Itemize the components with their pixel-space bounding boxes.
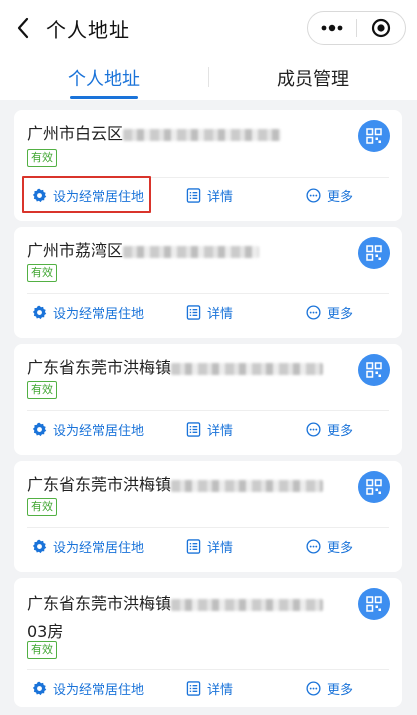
more-button[interactable]: 更多 xyxy=(306,418,353,440)
set-primary-residence-button[interactable]: 设为经常居住地 xyxy=(32,418,144,440)
qr-code-button[interactable] xyxy=(358,588,390,620)
more-circle-icon xyxy=(306,680,321,696)
address-text: 广东省东莞市洪梅镇 03房 xyxy=(27,590,343,646)
qr-code-icon xyxy=(366,245,382,261)
more-dots-icon xyxy=(321,24,343,32)
status-badge: 有效 xyxy=(27,381,57,399)
set-primary-residence-label: 设为经常居住地 xyxy=(53,306,145,322)
more-label: 更多 xyxy=(327,682,354,698)
back-button[interactable] xyxy=(8,12,38,44)
gear-icon xyxy=(32,188,47,202)
capsule-more-button[interactable] xyxy=(308,12,356,44)
list-icon xyxy=(186,680,201,696)
card-divider xyxy=(27,293,389,294)
card-divider xyxy=(27,177,389,178)
capsule-close-button[interactable] xyxy=(357,12,405,44)
card-divider xyxy=(27,669,389,670)
card-divider xyxy=(27,410,389,411)
detail-button[interactable]: 详情 xyxy=(186,677,233,699)
card-divider xyxy=(27,527,389,528)
redacted-text xyxy=(123,128,282,141)
set-primary-residence-label: 设为经常居住地 xyxy=(53,423,145,439)
redacted-text xyxy=(171,479,324,492)
page-title: 个人地址 xyxy=(46,18,130,42)
list-icon xyxy=(186,538,201,554)
qr-code-button[interactable] xyxy=(358,120,390,152)
qr-code-icon xyxy=(366,596,382,612)
address-text: 广东省东莞市洪梅镇 xyxy=(27,473,343,497)
address-card: 广州市白云区 有效 设为经常居住地 详情 更多 xyxy=(14,110,402,221)
address-text: 广州市白云区 xyxy=(27,122,343,146)
set-primary-residence-button[interactable]: 设为经常居住地 xyxy=(32,184,144,206)
more-circle-icon xyxy=(306,421,321,437)
more-label: 更多 xyxy=(327,189,354,205)
more-button[interactable]: 更多 xyxy=(306,184,353,206)
detail-label: 详情 xyxy=(207,306,234,322)
address-line-2: 03房 xyxy=(27,622,64,641)
more-circle-icon xyxy=(306,538,321,554)
tab-bar: 个人地址 成员管理 xyxy=(0,56,417,100)
nav-bar: 个人地址 xyxy=(0,0,417,56)
status-badge: 有效 xyxy=(27,264,57,282)
set-primary-residence-label: 设为经常居住地 xyxy=(53,189,145,205)
detail-label: 详情 xyxy=(207,189,234,205)
list-icon xyxy=(186,421,201,437)
address-card: 广东省东莞市洪梅镇 有效 设为经常居住地 详情 更多 xyxy=(14,461,402,572)
gear-icon xyxy=(32,539,47,553)
detail-label: 详情 xyxy=(207,540,234,556)
gear-icon xyxy=(32,305,47,319)
back-chevron-icon xyxy=(17,17,29,39)
detail-button[interactable]: 详情 xyxy=(186,535,233,557)
detail-label: 详情 xyxy=(207,682,234,698)
status-badge: 有效 xyxy=(27,149,57,167)
qr-code-icon xyxy=(366,479,382,495)
tab-personal-address[interactable]: 个人地址 xyxy=(0,56,208,100)
qr-code-button[interactable] xyxy=(358,471,390,503)
detail-button[interactable]: 详情 xyxy=(186,418,233,440)
set-primary-residence-button[interactable]: 设为经常居住地 xyxy=(32,677,144,699)
redacted-text xyxy=(171,598,324,611)
qr-code-button[interactable] xyxy=(358,354,390,386)
more-button[interactable]: 更多 xyxy=(306,535,353,557)
tab-member-management[interactable]: 成员管理 xyxy=(209,56,417,100)
set-primary-residence-label: 设为经常居住地 xyxy=(53,540,145,556)
mini-program-capsule xyxy=(307,11,406,45)
more-button[interactable]: 更多 xyxy=(306,677,353,699)
address-text: 广东省东莞市洪梅镇 xyxy=(27,356,343,380)
active-tab-indicator xyxy=(70,96,138,99)
qr-code-icon xyxy=(366,128,382,144)
status-badge: 有效 xyxy=(27,498,57,516)
detail-button[interactable]: 详情 xyxy=(186,184,233,206)
address-card: 广东省东莞市洪梅镇 03房 有效 设为经常居住地 详情 更多 xyxy=(14,578,402,707)
qr-code-button[interactable] xyxy=(358,237,390,269)
status-badge: 有效 xyxy=(27,641,57,659)
gear-icon xyxy=(32,422,47,436)
list-icon xyxy=(186,187,201,203)
more-label: 更多 xyxy=(327,540,354,556)
more-label: 更多 xyxy=(327,306,354,322)
more-label: 更多 xyxy=(327,423,354,439)
address-card: 广东省东莞市洪梅镇 有效 设为经常居住地 详情 更多 xyxy=(14,344,402,455)
address-text: 广州市荔湾区 xyxy=(27,239,343,263)
detail-button[interactable]: 详情 xyxy=(186,301,233,323)
set-primary-residence-button[interactable]: 设为经常居住地 xyxy=(32,301,144,323)
redacted-text xyxy=(171,362,324,375)
set-primary-residence-button[interactable]: 设为经常居住地 xyxy=(32,535,144,557)
close-target-icon xyxy=(371,18,391,38)
qr-code-icon xyxy=(366,362,382,378)
list-icon xyxy=(186,304,201,320)
address-card: 广州市荔湾区 有效 设为经常居住地 详情 更多 xyxy=(14,227,402,338)
gear-icon xyxy=(32,681,47,695)
more-circle-icon xyxy=(306,304,321,320)
more-button[interactable]: 更多 xyxy=(306,301,353,323)
set-primary-residence-label: 设为经常居住地 xyxy=(53,682,145,698)
more-circle-icon xyxy=(306,187,321,203)
redacted-text xyxy=(123,245,260,258)
detail-label: 详情 xyxy=(207,423,234,439)
